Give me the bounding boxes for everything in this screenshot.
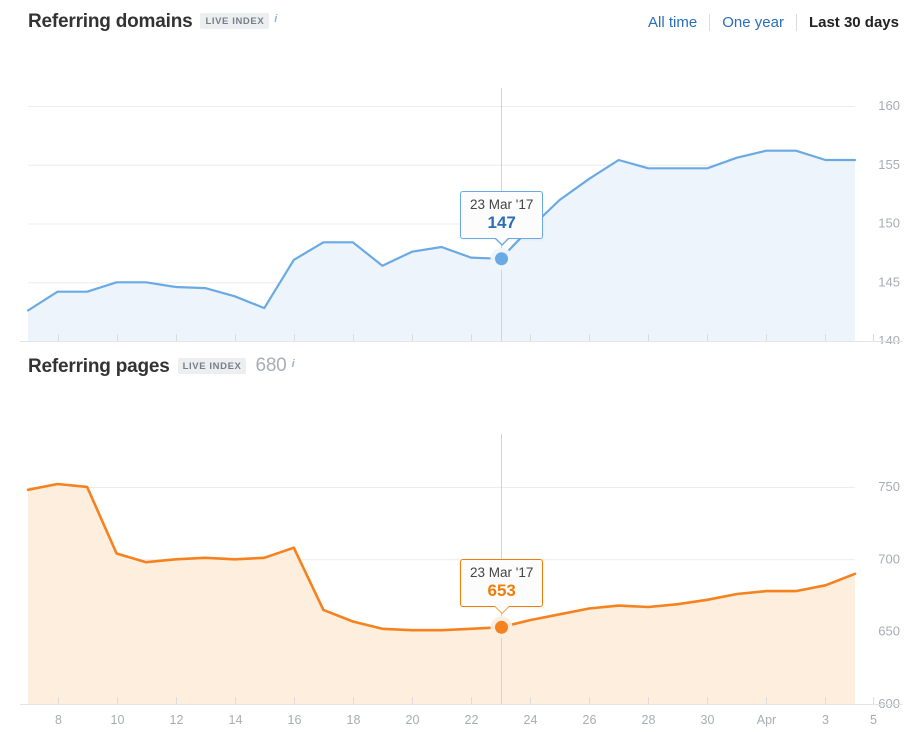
referring-pages-header: Referring pages LIVE INDEX 680 i	[0, 344, 923, 388]
referring-pages-tooltip: 23 Mar '17 653	[460, 559, 544, 615]
svg-text:16: 16	[288, 713, 302, 727]
svg-text:160: 160	[878, 98, 900, 113]
svg-text:20: 20	[406, 713, 420, 727]
live-index-badge: LIVE INDEX	[177, 357, 247, 374]
metric-value: 680	[255, 354, 287, 376]
svg-text:600: 600	[878, 696, 900, 711]
referring-domains-panel: Referring domains LIVE INDEX i All time On…	[0, 0, 923, 344]
svg-text:24: 24	[524, 713, 538, 727]
svg-text:650: 650	[878, 624, 900, 639]
svg-text:140: 140	[878, 333, 900, 344]
svg-text:5: 5	[870, 713, 877, 727]
range-last-30-days[interactable]: Last 30 days	[797, 14, 899, 31]
svg-text:28: 28	[642, 713, 656, 727]
live-index-badge: LIVE INDEX	[200, 13, 270, 29]
time-range-switcher: All time One year Last 30 days	[636, 13, 899, 31]
referring-pages-chart[interactable]: 600 650 700 750 8 10 12 14 16 18 20 22 24 26 28 30 Apr 3 5…	[0, 388, 923, 732]
svg-text:8: 8	[55, 713, 62, 727]
svg-text:10: 10	[111, 713, 125, 727]
referring-domains-header: Referring domains LIVE INDEX i All time On…	[0, 0, 923, 44]
tooltip-date: 23 Mar '17	[470, 565, 534, 581]
svg-text:22: 22	[465, 713, 479, 727]
svg-text:750: 750	[878, 479, 900, 494]
svg-text:14: 14	[229, 713, 243, 727]
referring-pages-panel: Referring pages LIVE INDEX 680 i 600 650 700 7…	[0, 344, 923, 732]
svg-text:26: 26	[583, 713, 597, 727]
svg-text:3: 3	[822, 713, 829, 727]
svg-text:700: 700	[878, 551, 900, 566]
svg-text:155: 155	[878, 157, 900, 172]
svg-text:Apr: Apr	[757, 713, 776, 727]
info-icon[interactable]: i	[292, 358, 295, 370]
panel-title-text: Referring pages	[28, 355, 170, 377]
svg-text:145: 145	[878, 274, 900, 289]
referring-domains-tooltip: 23 Mar '17 147	[460, 190, 544, 246]
range-all-time[interactable]: All time	[636, 14, 709, 31]
panel-title-text: Referring domains	[28, 11, 193, 32]
tooltip-value: 147	[487, 212, 516, 232]
svg-text:18: 18	[347, 713, 361, 727]
svg-text:12: 12	[170, 713, 184, 727]
tooltip-date: 23 Mar '17	[470, 196, 534, 212]
svg-text:30: 30	[701, 713, 715, 727]
tooltip-value: 653	[487, 581, 516, 601]
svg-text:150: 150	[878, 216, 900, 231]
referring-domains-chart[interactable]: 14014515015516081012141618202224262830Ap…	[0, 44, 923, 344]
page-title-secondary: Referring pages LIVE INDEX 680 i	[28, 354, 295, 378]
tooltip-arrow-inner	[494, 605, 509, 613]
info-icon[interactable]: i	[274, 13, 277, 25]
tooltip-arrow-inner	[494, 237, 509, 245]
range-one-year[interactable]: One year	[710, 14, 796, 31]
page-title: Referring domains LIVE INDEX i	[28, 11, 277, 33]
